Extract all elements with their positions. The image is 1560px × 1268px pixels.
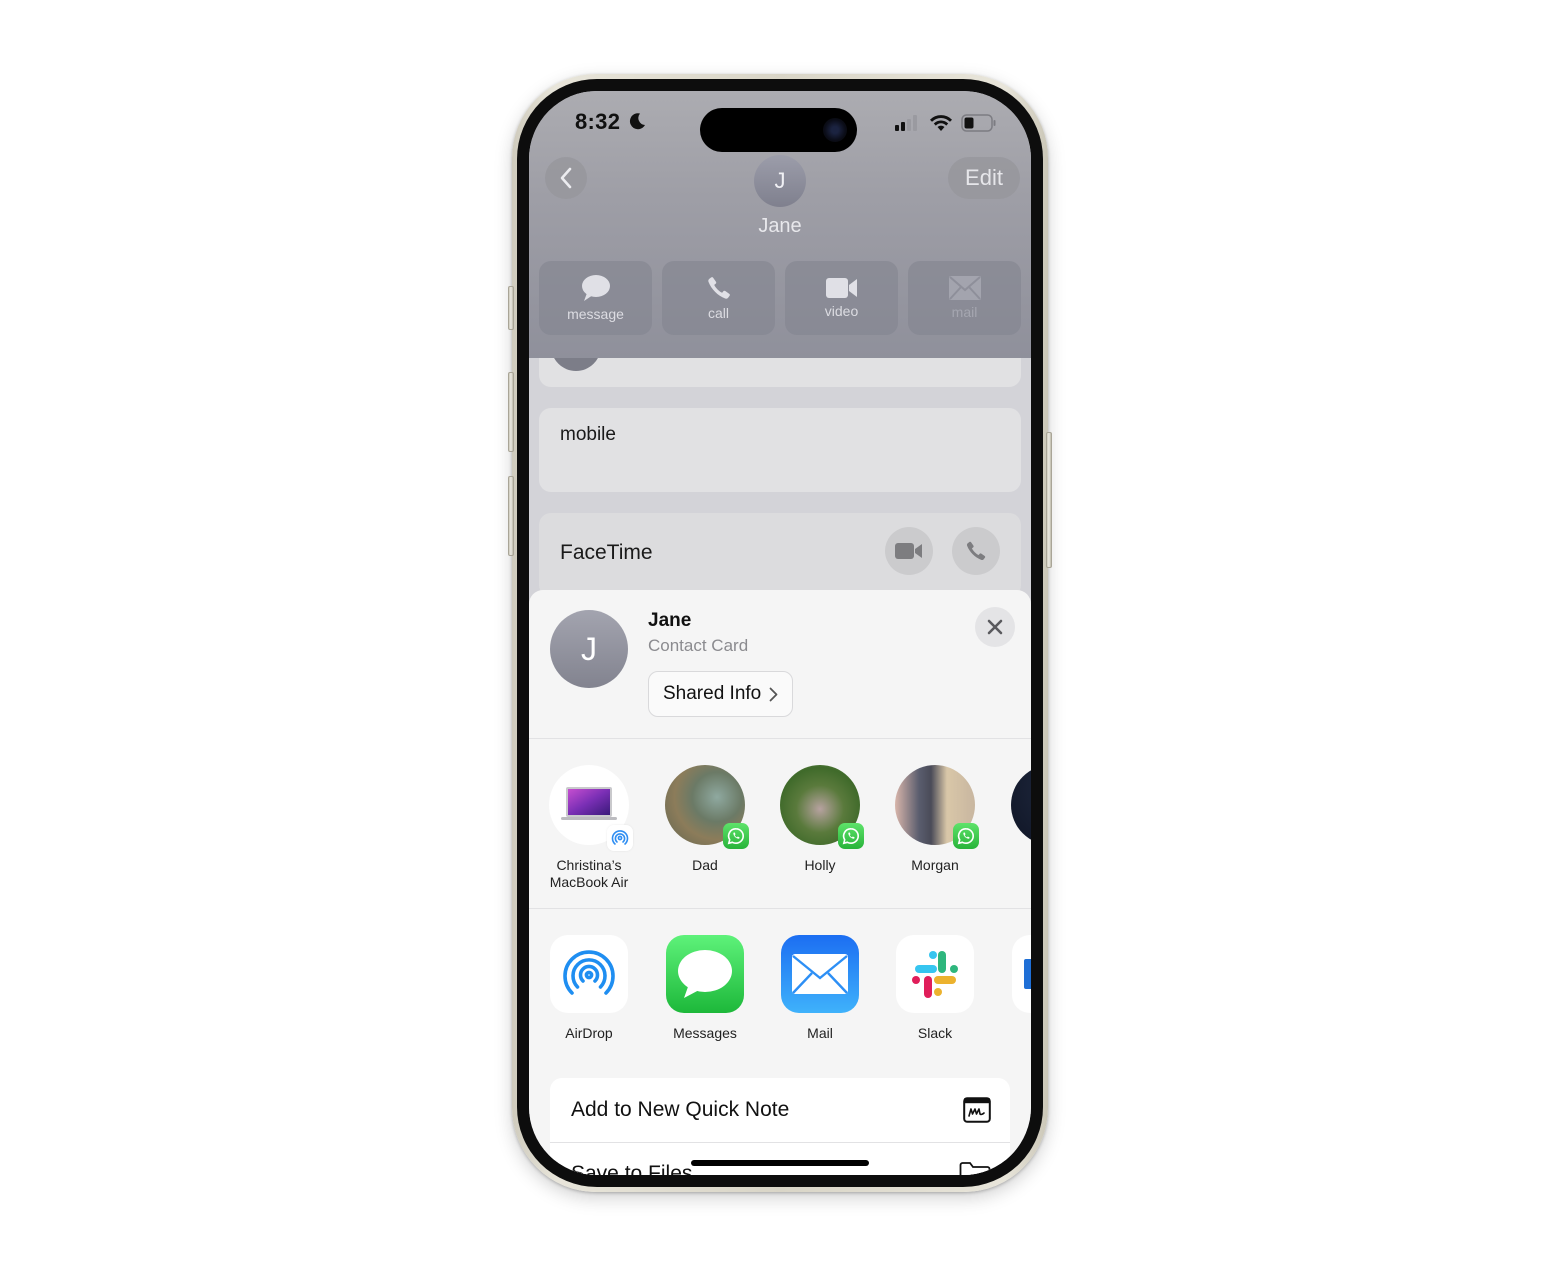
shared-info-label: Shared Info [663, 683, 762, 704]
save-to-files-action[interactable]: Save to Files [550, 1142, 1010, 1175]
contact-avatar: J [754, 155, 806, 207]
share-sheet: J Jane Contact Card Shared Info Christin… [529, 590, 1031, 1175]
person-name: +43 [996, 857, 1031, 891]
airdrop-icon [550, 935, 628, 1013]
shared-item-subtitle: Contact Card [648, 636, 749, 655]
contact-actions: message call video mail [539, 261, 1021, 335]
person-dad[interactable]: Dad [650, 765, 760, 874]
video-button[interactable]: video [785, 261, 898, 335]
message-label: message [567, 306, 624, 322]
phone-icon [966, 541, 986, 561]
holly-avatar [780, 765, 864, 849]
whatsapp-icon [842, 827, 859, 845]
phone-screen: mobile FaceTime 8:32 J Edit Jane message… [529, 91, 1031, 1175]
whatsapp-badge [953, 823, 979, 849]
share-apps-row: AirDrop Messages Mail Slack [529, 935, 1031, 1055]
close-button[interactable] [975, 607, 1015, 647]
person-partial[interactable]: +43 [996, 765, 1031, 891]
edit-button[interactable]: Edit [948, 157, 1020, 199]
facetime-label: FaceTime [560, 541, 653, 564]
app-name: Slack [917, 1025, 953, 1041]
action-label: Add to New Quick Note [571, 1098, 790, 1121]
chevron-right-icon [769, 687, 778, 701]
action-label: Save to Files [571, 1162, 693, 1175]
shared-info-button[interactable]: Shared Info [648, 671, 794, 717]
facetime-field: FaceTime [539, 513, 1021, 597]
person-holly[interactable]: Holly [765, 765, 875, 874]
slack-app-icon [896, 935, 974, 1013]
app-name: Mail [807, 1025, 833, 1041]
message-bubble-icon [581, 275, 610, 301]
volume-up-button [508, 372, 514, 452]
wifi-icon [930, 115, 952, 131]
app-messages[interactable]: Messages [650, 935, 760, 1041]
home-indicator[interactable] [691, 1160, 869, 1166]
front-camera [823, 118, 847, 142]
chevron-left-icon [560, 167, 572, 189]
mobile-label: mobile [560, 424, 616, 445]
divider [529, 738, 1031, 739]
divider [529, 908, 1031, 909]
dad-avatar [665, 765, 749, 849]
shared-item-title: Jane [648, 610, 692, 631]
device-avatar [549, 765, 633, 851]
app-mail[interactable]: Mail [765, 935, 875, 1041]
mail-label: mail [951, 304, 978, 320]
whatsapp-badge [723, 823, 749, 849]
message-button[interactable]: message [539, 261, 652, 335]
video-label: video [824, 303, 859, 319]
partial-avatar [1011, 765, 1031, 845]
back-button[interactable] [545, 157, 587, 199]
morgan-avatar [895, 765, 979, 849]
app-icon-partial [1012, 935, 1031, 1013]
app-slack[interactable]: Slack [880, 935, 990, 1041]
shared-item-avatar: J [550, 610, 628, 688]
video-camera-icon [895, 543, 922, 559]
add-to-quick-note-action[interactable]: Add to New Quick Note [550, 1078, 1010, 1142]
messages-app-icon [666, 935, 744, 1013]
facetime-video-button[interactable] [885, 527, 933, 575]
phone-icon [707, 277, 730, 299]
person-name: Dad [692, 857, 718, 873]
person-name: Christina’s MacBook Air [549, 857, 629, 890]
whatsapp-icon [727, 827, 744, 845]
moon-icon [629, 113, 645, 130]
close-icon [987, 619, 1003, 635]
quick-note-icon [963, 1097, 991, 1123]
action-button [508, 286, 514, 330]
person-morgan[interactable]: Morgan [880, 765, 990, 874]
app-name: O [996, 1025, 1031, 1041]
app-airdrop[interactable]: AirDrop [534, 935, 644, 1041]
call-button[interactable]: call [662, 261, 775, 335]
status-time: 8:32 [575, 109, 621, 134]
app-partial[interactable]: O [996, 935, 1031, 1041]
airdrop-badge [607, 825, 633, 851]
power-button [1046, 432, 1052, 568]
person-name: Holly [804, 857, 836, 873]
whatsapp-icon [957, 827, 974, 845]
person-christinas-macbook-air[interactable]: Christina’s MacBook Air [534, 765, 644, 891]
folder-icon [959, 1162, 991, 1175]
mobile-field[interactable]: mobile [539, 408, 1021, 492]
battery-icon [961, 114, 996, 132]
call-label: call [707, 305, 729, 321]
dynamic-island [700, 108, 857, 152]
mail-app-icon [781, 935, 859, 1013]
status-icons [895, 113, 997, 133]
envelope-icon [948, 276, 981, 300]
airdrop-icon [611, 830, 629, 845]
app-name: Messages [673, 1025, 737, 1041]
volume-down-button [508, 476, 514, 556]
cellular-signal-icon [895, 115, 917, 131]
facetime-audio-button[interactable] [952, 527, 1000, 575]
contact-name: Jane [758, 215, 802, 237]
video-camera-icon [825, 278, 857, 298]
mail-button[interactable]: mail [908, 261, 1021, 335]
whatsapp-badge [838, 823, 864, 849]
app-name: AirDrop [565, 1025, 613, 1041]
person-name: Morgan [911, 857, 959, 873]
share-people-row: Christina’s MacBook Air Dad Holly Morgan [529, 765, 1031, 905]
